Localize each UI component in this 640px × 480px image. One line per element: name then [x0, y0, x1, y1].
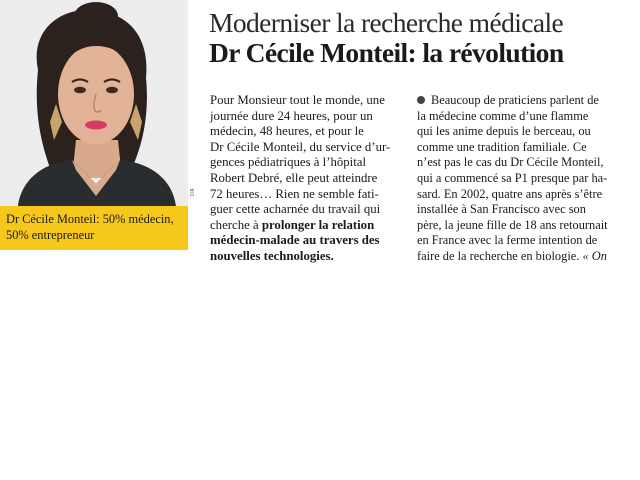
text-line: faire de la recherche en biologie. « On	[417, 249, 609, 265]
portrait-illustration	[0, 0, 188, 206]
text-fragment: faire de la recherche en biologie.	[417, 248, 583, 263]
bold-line: médecin-malade au travers des	[210, 233, 380, 248]
text-line: sard. En 2002, quatre ans après s’être	[417, 186, 603, 201]
text-line: 72 heures… Rien ne semble fati-	[210, 186, 379, 201]
bold-fragment: prolonger la relation	[261, 217, 375, 232]
headline-kicker: Moderniser la recherche médicale	[209, 7, 564, 38]
text-line: en France avec la ferme intention de	[417, 233, 598, 248]
text-line: Beaucoup de praticiens parlent de	[417, 93, 609, 109]
italic-fragment: « On	[582, 248, 607, 263]
article-column-2: Beaucoup de praticiens parlent de la méd…	[417, 93, 609, 265]
text-line: qui a commencé sa P1 presque par ha-	[417, 170, 608, 185]
article-column-1: Pour Monsieur tout le monde, une journée…	[210, 93, 402, 265]
caption-line: 50% entrepreneur	[6, 228, 95, 242]
bullet-icon	[417, 96, 425, 104]
caption-line: Dr Cécile Monteil: 50% médecin,	[6, 212, 174, 226]
text-line: Pour Monsieur tout le monde, une	[210, 93, 385, 107]
text-line: qui les anime depuis le berceau, ou	[417, 124, 591, 139]
article-headline: Moderniser la recherche médicale Dr Céci…	[209, 8, 639, 68]
headline-title: Dr Cécile Monteil: la révolution	[209, 37, 564, 68]
portrait-photo	[0, 0, 188, 206]
bold-line: nouvelles technologies.	[210, 248, 334, 263]
photo-credit: DR	[190, 187, 196, 196]
text-line: installée à San Francisco avec son	[417, 202, 586, 217]
text-line: guer cette acharnée du travail qui	[210, 202, 381, 217]
photo-caption: Dr Cécile Monteil: 50% médecin, 50% entr…	[0, 206, 188, 250]
text-line: Dr Cécile Monteil, du service d’ur-	[210, 139, 391, 154]
text-line: cherche à prolonger la relation	[210, 218, 402, 234]
text-line: gences pédiatriques à l’hôpital	[210, 155, 366, 170]
text-line: journée dure 24 heures, pour un	[210, 108, 373, 123]
text-line: père, la jeune fille de 18 ans retournai…	[417, 217, 608, 232]
text-line: médecin, 48 heures, et pour le	[210, 124, 364, 139]
text-line: n’est pas le cas du Dr Cécile Monteil,	[417, 155, 604, 170]
text-fragment: Beaucoup de praticiens parlent de	[431, 93, 599, 107]
text-line: la médecine comme d’une flamme	[417, 108, 589, 123]
text-fragment: cherche à	[210, 217, 262, 232]
text-line: Robert Debré, elle peut atteindre	[210, 170, 378, 185]
text-line: comme une tradition familiale. Ce	[417, 139, 587, 154]
